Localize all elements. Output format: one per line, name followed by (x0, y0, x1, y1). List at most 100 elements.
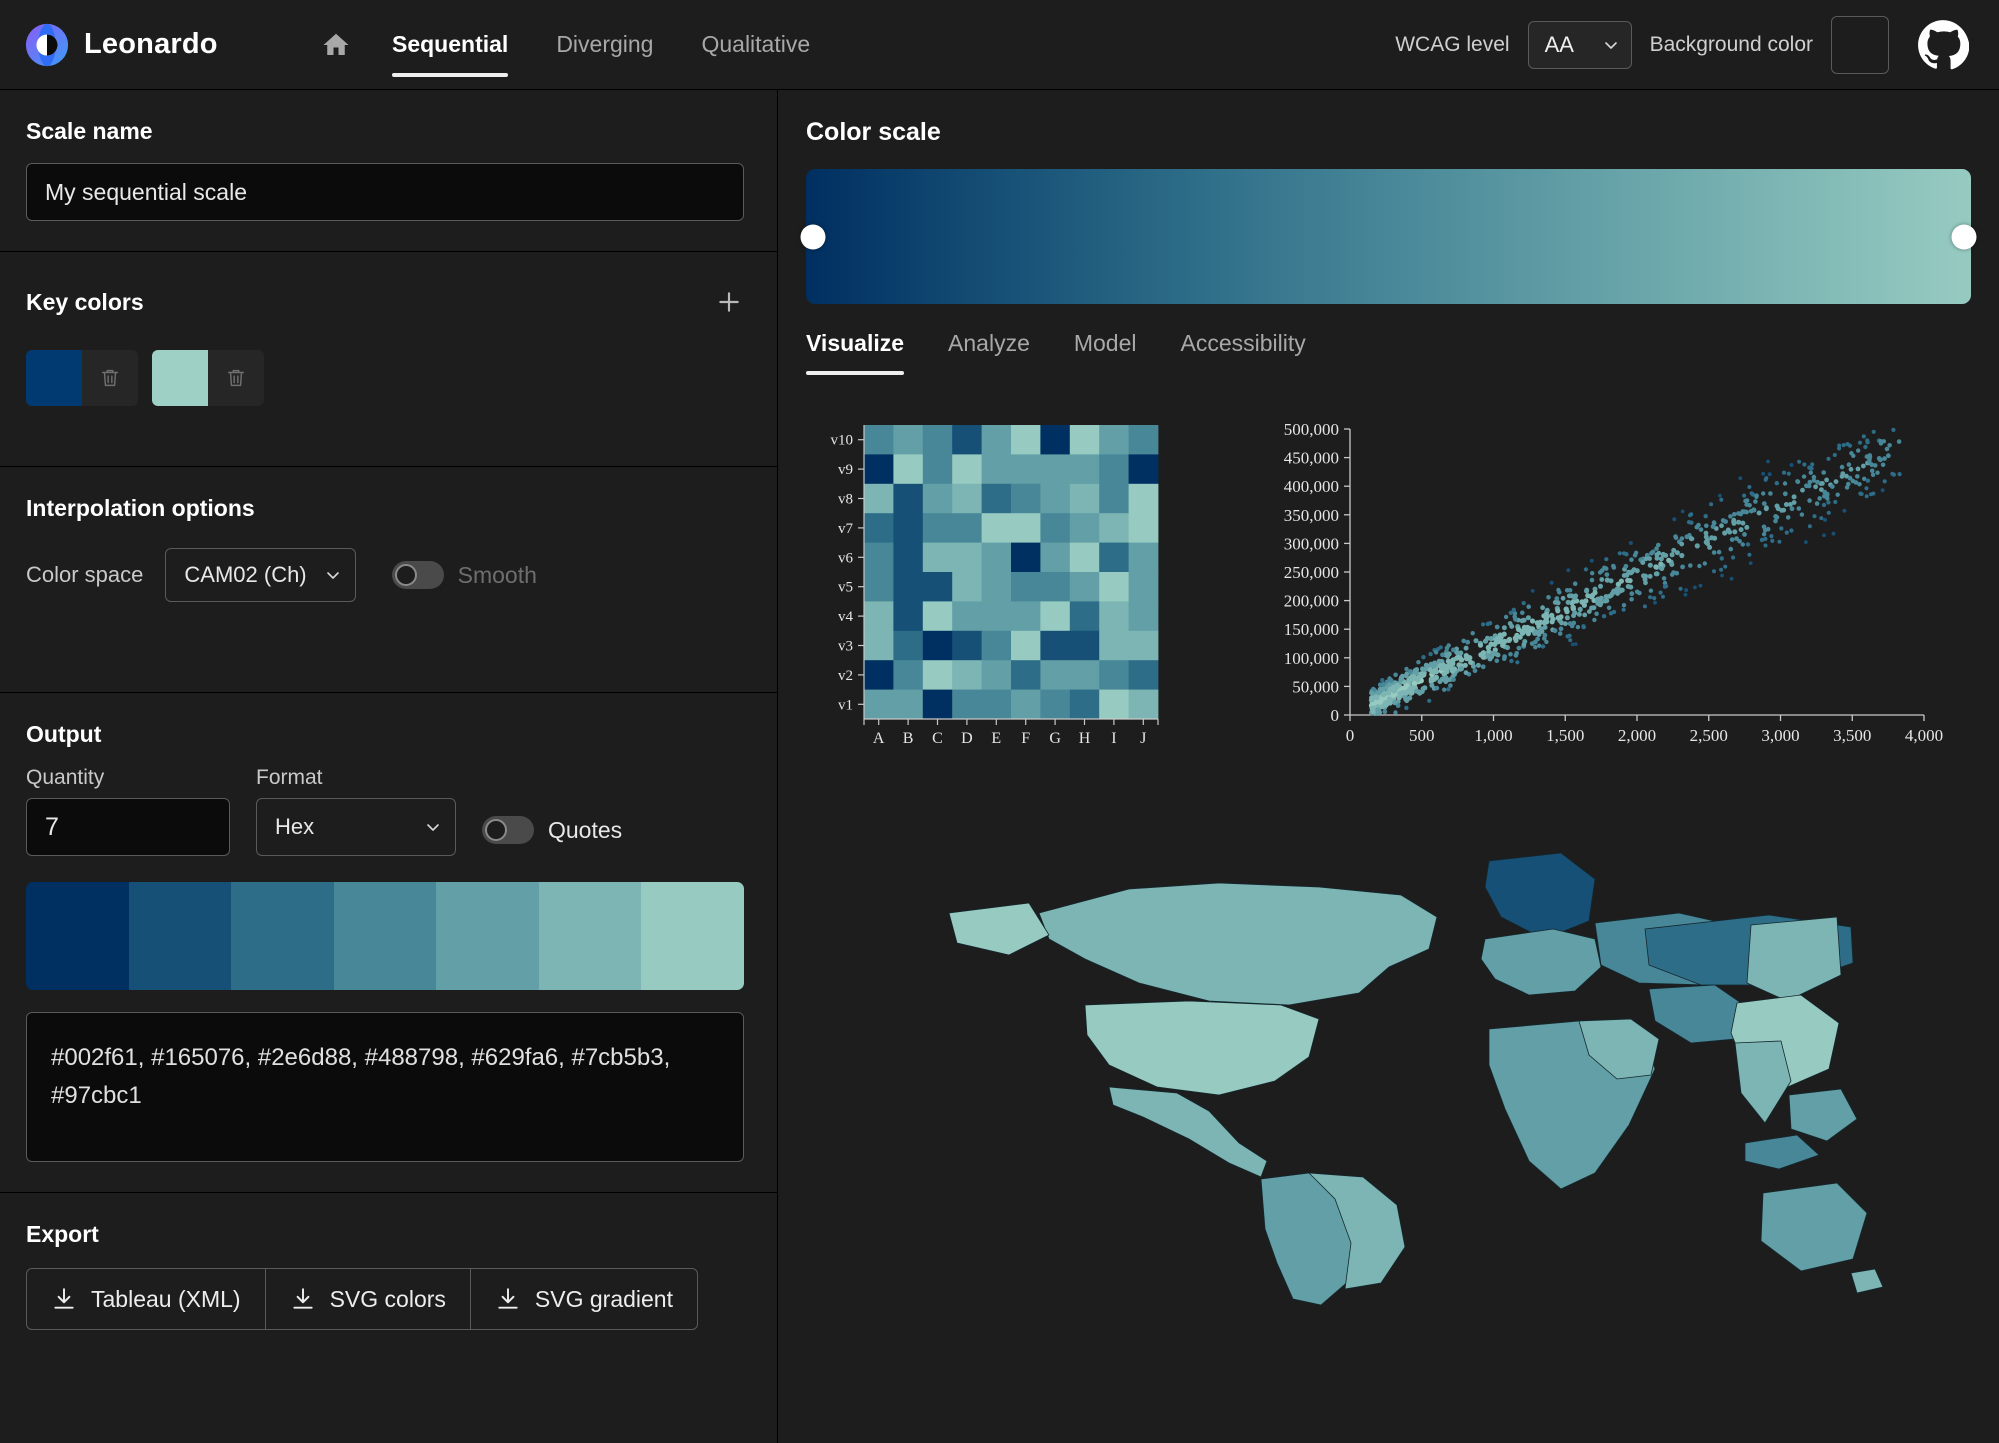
download-icon (495, 1286, 521, 1312)
tab-label: Accessibility (1180, 330, 1306, 356)
key-color-item (26, 350, 138, 406)
output-swatch (26, 882, 129, 990)
export-svg-gradient-button[interactable]: SVG gradient (469, 1268, 698, 1330)
svg-text:v2: v2 (838, 668, 853, 684)
svg-text:1,500: 1,500 (1546, 726, 1584, 745)
delete-key-color-button[interactable] (208, 350, 264, 406)
svg-text:v1: v1 (838, 697, 853, 713)
quotes-toggle[interactable] (482, 816, 534, 844)
quantity-label: Quantity (26, 766, 105, 789)
wcag-level-select[interactable]: AA (1527, 20, 1632, 69)
format-label: Format (256, 766, 323, 789)
visualization-tabs: Visualize Analyze Model Accessibility (806, 330, 1971, 375)
svg-text:C: C (932, 730, 943, 747)
output-colors-text[interactable]: #002f61, #165076, #2e6d88, #488798, #629… (26, 1012, 744, 1162)
quotes-toggle-row: Quotes (482, 816, 622, 856)
chevron-down-icon (1603, 37, 1619, 53)
svg-text:A: A (873, 730, 885, 747)
tab-label: Analyze (948, 330, 1030, 356)
color-scale-gradient[interactable] (800, 169, 1977, 304)
key-colors-header: Key colors (26, 280, 751, 324)
app-header: Leonardo Sequential Diverging Qualitativ… (0, 0, 1999, 90)
svg-text:D: D (961, 730, 973, 747)
wcag-level-value: AA (1544, 31, 1574, 57)
app-body: Scale name My sequential scale Key color… (0, 90, 1999, 1443)
nav-item-diverging[interactable]: Diverging (532, 0, 677, 90)
svg-text:E: E (991, 730, 1001, 747)
output-swatch (538, 882, 642, 990)
background-color-swatch[interactable] (1831, 15, 1889, 74)
svg-text:4,000: 4,000 (1905, 726, 1943, 745)
tab-label: Visualize (806, 330, 905, 356)
export-buttons: Tableau (XML) SVG colors SVG gradient (26, 1268, 751, 1330)
nav-item-sequential[interactable]: Sequential (368, 0, 532, 90)
output-swatch (641, 882, 744, 990)
export-button-label: Tableau (XML) (91, 1285, 241, 1312)
svg-text:I: I (1111, 730, 1116, 747)
svg-text:450,000: 450,000 (1284, 449, 1339, 468)
tab-analyze[interactable]: Analyze (948, 330, 1052, 375)
add-key-color-button[interactable] (707, 280, 751, 324)
scale-name-value: My sequential scale (45, 178, 247, 205)
tab-visualize[interactable]: Visualize (806, 330, 926, 375)
svg-text:2,000: 2,000 (1618, 726, 1656, 745)
output-swatch (333, 882, 437, 990)
svg-text:0: 0 (1346, 726, 1355, 745)
key-color-swatch[interactable] (26, 350, 82, 406)
home-icon[interactable] (304, 0, 368, 90)
svg-text:150,000: 150,000 (1284, 620, 1339, 639)
svg-text:G: G (1049, 730, 1061, 747)
gradient-handle-end[interactable] (1951, 224, 1977, 249)
leonardo-app: Leonardo Sequential Diverging Qualitativ… (0, 0, 1999, 1443)
export-tableau-button[interactable]: Tableau (XML) (26, 1268, 266, 1330)
export-button-label: SVG colors (329, 1285, 446, 1312)
output-swatch (128, 882, 232, 990)
svg-text:v9: v9 (838, 462, 853, 478)
tab-model[interactable]: Model (1074, 330, 1159, 375)
brand-name: Leonardo (84, 28, 218, 60)
svg-text:v5: v5 (838, 580, 853, 596)
primary-nav: Sequential Diverging Qualitative (304, 0, 834, 90)
nav-label: Diverging (556, 31, 654, 57)
scale-name-input[interactable]: My sequential scale (26, 163, 744, 221)
panel-output: Output Quantity 7 Format Hex Quotes #002… (0, 693, 777, 1193)
svg-text:400,000: 400,000 (1284, 477, 1339, 496)
svg-text:v8: v8 (838, 492, 853, 508)
svg-text:300,000: 300,000 (1284, 534, 1339, 553)
gradient-handle-start[interactable] (800, 224, 826, 249)
svg-text:250,000: 250,000 (1284, 563, 1339, 582)
svg-text:v7: v7 (838, 521, 854, 537)
svg-text:0: 0 (1331, 706, 1340, 725)
smooth-toggle[interactable] (391, 561, 444, 589)
wcag-level-label: WCAG level (1395, 32, 1510, 56)
world-map-chart (806, 843, 1971, 1323)
format-select[interactable]: Hex (256, 798, 456, 856)
color-space-select[interactable]: CAM02 (Ch) (165, 548, 356, 602)
export-svg-colors-button[interactable]: SVG colors (264, 1268, 471, 1330)
quantity-input[interactable]: 7 (26, 798, 230, 856)
export-title: Export (26, 1221, 99, 1247)
nav-item-qualitative[interactable]: Qualitative (677, 0, 834, 90)
quotes-label: Quotes (548, 816, 623, 843)
panel-interpolation: Interpolation options Color space CAM02 … (0, 467, 777, 693)
download-icon (51, 1286, 77, 1312)
github-icon[interactable] (1917, 19, 1969, 71)
trash-icon (225, 367, 247, 389)
svg-text:1,000: 1,000 (1474, 726, 1512, 745)
quantity-value: 7 (45, 812, 59, 841)
format-field: Format Hex (256, 766, 456, 856)
svg-text:200,000: 200,000 (1284, 592, 1339, 611)
export-button-label: SVG gradient (534, 1285, 673, 1312)
smooth-label: Smooth (457, 561, 537, 588)
delete-key-color-button[interactable] (82, 350, 138, 406)
color-scale-title: Color scale (806, 118, 941, 146)
tab-accessibility[interactable]: Accessibility (1181, 330, 1328, 375)
color-space-label: Color space (26, 562, 144, 587)
svg-text:3,500: 3,500 (1833, 726, 1871, 745)
key-color-swatch[interactable] (152, 350, 208, 406)
leonardo-logo-icon (24, 22, 70, 68)
svg-text:500: 500 (1409, 726, 1435, 745)
background-color-label: Background color (1649, 32, 1813, 56)
plus-icon (716, 289, 742, 315)
sidebar: Scale name My sequential scale Key color… (0, 90, 778, 1443)
